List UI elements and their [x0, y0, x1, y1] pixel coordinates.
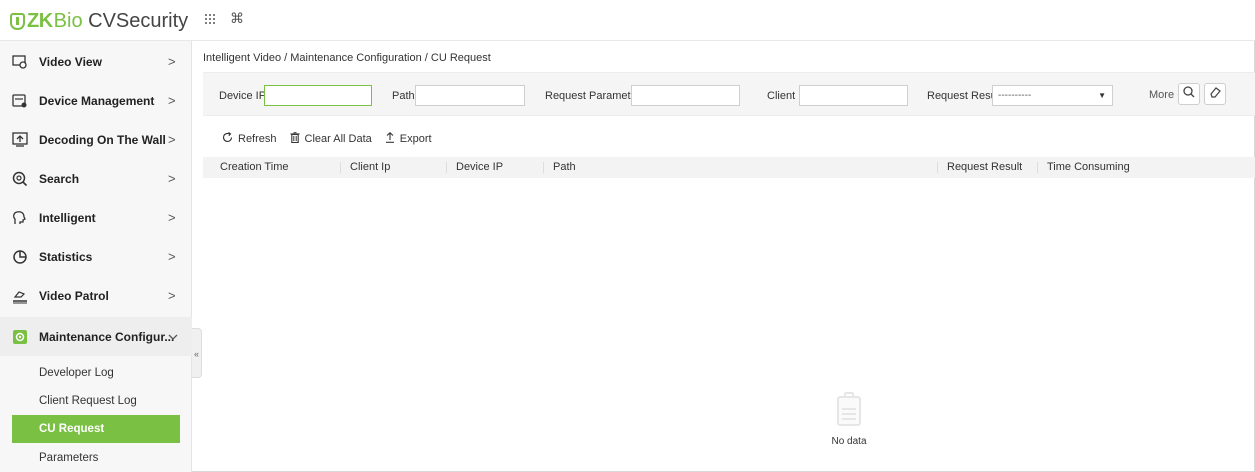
- more-label: More: [1149, 89, 1175, 101]
- chevron-right-icon: >: [168, 288, 176, 303]
- subitem-label: CU Request: [39, 423, 105, 435]
- sidebar-item-label: Video Patrol: [39, 288, 109, 303]
- search-icon: [1183, 86, 1195, 98]
- sidebar-item-device-management[interactable]: Device Management >: [0, 81, 192, 120]
- statistics-icon: [12, 249, 28, 265]
- empty-clipboard-icon: [832, 392, 866, 430]
- table-toolbar: Refresh Clear All Data Export: [222, 132, 445, 146]
- chevron-right-icon: >: [168, 210, 176, 225]
- export-button[interactable]: Export: [385, 132, 432, 146]
- eraser-icon: [1210, 87, 1221, 98]
- sidebar-item-decoding-on-the-wall[interactable]: Decoding On The Wall >: [0, 120, 192, 159]
- client-ip-input[interactable]: [799, 85, 908, 106]
- sidebar-item-intelligent[interactable]: Intelligent >: [0, 198, 192, 237]
- sidebar: Video View > Device Management > Decodin…: [0, 41, 192, 472]
- apps-grid-icon[interactable]: [204, 12, 216, 28]
- column-header-creation-time[interactable]: Creation Time: [220, 161, 288, 173]
- sidebar-subitem-client-request-log[interactable]: Client Request Log: [0, 387, 192, 415]
- caret-down-icon: ▼: [1098, 91, 1106, 100]
- chevron-right-icon: >: [168, 132, 176, 147]
- clear-all-data-label: Clear All Data: [304, 133, 372, 145]
- sidebar-subitem-developer-log[interactable]: Developer Log: [0, 359, 192, 387]
- sidebar-item-label: Statistics: [39, 249, 93, 264]
- subitem-label: Parameters: [39, 452, 99, 464]
- column-divider: [340, 162, 341, 173]
- refresh-button[interactable]: Refresh: [222, 132, 277, 146]
- sidebar-item-label: Device Management: [39, 93, 155, 108]
- column-header-device-ip[interactable]: Device IP: [456, 161, 503, 173]
- request-parameter-input[interactable]: [631, 85, 740, 106]
- column-divider: [446, 162, 447, 173]
- column-header-time-consuming[interactable]: Time Consuming: [1047, 161, 1130, 173]
- device-ip-label: Device IP: [219, 90, 267, 102]
- column-divider: [937, 162, 938, 173]
- trash-icon: [290, 132, 300, 146]
- request-result-value: ----------: [998, 90, 1032, 101]
- sidebar-item-video-view[interactable]: Video View >: [0, 42, 192, 81]
- top-bar: ZK Bio CVSecurity ⌘: [0, 0, 1255, 41]
- sidebar-item-label: Video View: [39, 54, 102, 69]
- request-result-label: Request Result: [927, 90, 1003, 102]
- column-header-client-ip[interactable]: Client Ip: [350, 161, 390, 173]
- filter-bar: Device IP Path Request Parameter Client …: [203, 72, 1255, 116]
- refresh-icon: [222, 132, 233, 146]
- sidebar-subitem-cu-request[interactable]: CU Request: [12, 415, 180, 443]
- breadcrumb: Intelligent Video / Maintenance Configur…: [203, 52, 491, 64]
- subitem-label: Developer Log: [39, 367, 114, 379]
- export-label: Export: [399, 133, 432, 145]
- empty-state-text: No data: [831, 436, 867, 447]
- shield-logo-icon: [10, 12, 25, 30]
- sidebar-subitem-parameters[interactable]: Parameters: [0, 444, 192, 472]
- logo-brand: ZK: [27, 9, 53, 32]
- sidebar-item-video-patrol[interactable]: Video Patrol >: [0, 276, 192, 315]
- intelligent-icon: [12, 210, 28, 226]
- clear-all-data-button[interactable]: Clear All Data: [290, 132, 372, 146]
- search-button[interactable]: [1178, 83, 1200, 105]
- table-header: Creation Time Client Ip Device IP Path R…: [203, 157, 1255, 178]
- maintenance-icon: [12, 329, 28, 345]
- sidebar-item-statistics[interactable]: Statistics >: [0, 237, 192, 276]
- column-divider: [543, 162, 544, 173]
- empty-state: No data: [819, 392, 879, 447]
- sidebar-item-label: Maintenance Configur...: [39, 329, 175, 344]
- decoding-wall-icon: [12, 131, 28, 148]
- export-icon: [385, 132, 395, 146]
- logo-product: CVSecurity: [82, 9, 189, 32]
- app-logo[interactable]: ZK Bio CVSecurity: [10, 9, 188, 33]
- logo-bio: Bio: [53, 9, 83, 32]
- column-header-request-result[interactable]: Request Result: [947, 161, 1022, 173]
- column-header-path[interactable]: Path: [553, 161, 576, 173]
- request-parameter-label: Request Parameter: [545, 90, 641, 102]
- video-patrol-icon: [12, 288, 28, 304]
- sidebar-item-label: Decoding On The Wall: [39, 132, 166, 147]
- sidebar-item-maintenance-configuration[interactable]: Maintenance Configur...: [0, 317, 192, 356]
- device-management-icon: [12, 93, 28, 109]
- path-input[interactable]: [415, 85, 525, 106]
- sidebar-item-search[interactable]: Search >: [0, 159, 192, 198]
- chevron-right-icon: >: [168, 54, 176, 69]
- refresh-label: Refresh: [238, 133, 277, 145]
- logo-product-wrap: Bio CVSecurity: [54, 10, 189, 33]
- request-result-select[interactable]: ---------- ▼: [992, 85, 1113, 106]
- sidebar-item-label: Intelligent: [39, 210, 96, 225]
- subitem-label: Client Request Log: [39, 395, 137, 407]
- sidebar-item-label: Search: [39, 171, 80, 186]
- chevron-down-icon: [168, 329, 178, 344]
- chevron-right-icon: >: [168, 249, 176, 264]
- column-divider: [1037, 162, 1038, 173]
- clear-filter-button[interactable]: [1204, 83, 1226, 105]
- chevron-right-icon: >: [168, 171, 176, 186]
- video-view-icon: [12, 54, 28, 70]
- search-icon: [12, 171, 28, 187]
- chevron-right-icon: >: [168, 93, 176, 108]
- device-ip-input[interactable]: [264, 85, 372, 106]
- sidebar-collapse-toggle[interactable]: «: [192, 328, 202, 378]
- path-label: Path: [392, 90, 415, 102]
- command-icon[interactable]: ⌘: [230, 10, 244, 27]
